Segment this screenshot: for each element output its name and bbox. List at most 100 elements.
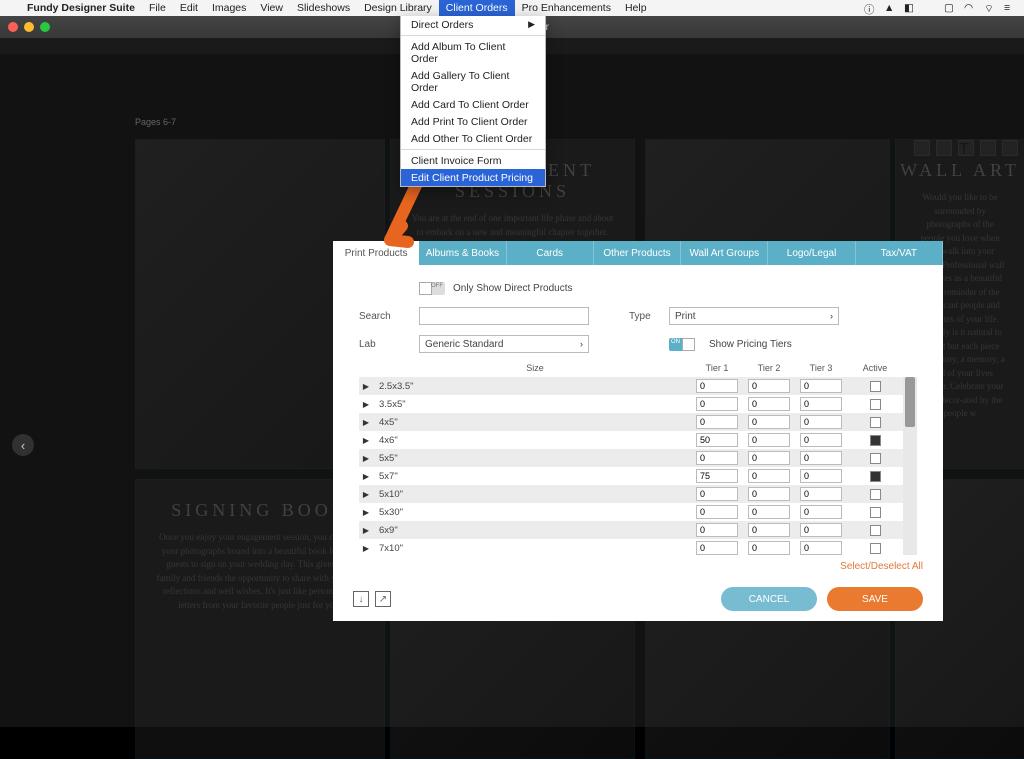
notifications-icon[interactable]: ≡: [1004, 2, 1016, 14]
dd-add-gallery[interactable]: Add Gallery To Client Order: [401, 67, 545, 96]
tier2-input[interactable]: [743, 523, 795, 537]
tab-print-products[interactable]: Print Products: [333, 241, 419, 265]
tier2-input[interactable]: [743, 415, 795, 429]
active-checkbox[interactable]: [847, 507, 903, 518]
mac-menubar[interactable]: Fundy Designer Suite File Edit Images Vi…: [0, 0, 1024, 16]
menu-design-library[interactable]: Design Library: [357, 0, 439, 16]
tier1-input[interactable]: [691, 541, 743, 555]
export-icon[interactable]: ↗: [375, 591, 391, 607]
dd-direct-orders[interactable]: Direct Orders▶: [401, 16, 545, 33]
tier2-input[interactable]: [743, 469, 795, 483]
active-checkbox[interactable]: [847, 435, 903, 446]
tier3-input[interactable]: [795, 487, 847, 501]
tier3-input[interactable]: [795, 541, 847, 555]
only-direct-toggle[interactable]: [419, 282, 445, 295]
active-checkbox[interactable]: [847, 471, 903, 482]
tier2-input[interactable]: [743, 433, 795, 447]
expand-icon[interactable]: ▶: [359, 400, 373, 409]
dd-add-album[interactable]: Add Album To Client Order: [401, 38, 545, 67]
tier3-input[interactable]: [795, 505, 847, 519]
expand-icon[interactable]: ▶: [359, 472, 373, 481]
tab-logo-legal[interactable]: Logo/Legal: [768, 241, 855, 265]
tier2-input[interactable]: [743, 487, 795, 501]
expand-icon[interactable]: ▶: [359, 436, 373, 445]
type-select[interactable]: Print›: [669, 307, 839, 325]
active-checkbox[interactable]: [847, 453, 903, 464]
expand-icon[interactable]: ▶: [359, 382, 373, 391]
show-tiers-toggle[interactable]: [669, 338, 695, 351]
tier3-input[interactable]: [795, 379, 847, 393]
dd-edit-client-product-pricing[interactable]: Edit Client Product Pricing: [401, 169, 545, 186]
active-checkbox[interactable]: [847, 399, 903, 410]
menu-pro-enhancements[interactable]: Pro Enhancements: [515, 0, 618, 16]
tier3-input[interactable]: [795, 451, 847, 465]
menu-file[interactable]: File: [142, 0, 173, 16]
import-icon[interactable]: ↓: [353, 591, 369, 607]
tier2-input[interactable]: [743, 397, 795, 411]
tier1-input[interactable]: [691, 379, 743, 393]
tier1-input[interactable]: [691, 397, 743, 411]
tier1-input[interactable]: [691, 523, 743, 537]
tier1-input[interactable]: [691, 469, 743, 483]
minimize-window-button[interactable]: [24, 22, 34, 32]
tab-albums-books[interactable]: Albums & Books: [419, 241, 506, 265]
volume-icon[interactable]: ◠: [964, 2, 976, 14]
tier1-input[interactable]: [691, 505, 743, 519]
dd-client-invoice[interactable]: Client Invoice Form: [401, 152, 545, 169]
save-button[interactable]: SAVE: [827, 587, 923, 611]
expand-icon[interactable]: ▶: [359, 508, 373, 517]
menu-client-orders[interactable]: Client Orders: [439, 0, 515, 16]
menu-view[interactable]: View: [253, 0, 290, 16]
tier1-input[interactable]: [691, 433, 743, 447]
active-checkbox[interactable]: [847, 417, 903, 428]
grid-scrollbar[interactable]: [903, 377, 917, 555]
tier3-input[interactable]: [795, 523, 847, 537]
tier1-input[interactable]: [691, 487, 743, 501]
info-icon[interactable]: ⓘ: [864, 2, 876, 14]
tier1-input[interactable]: [691, 415, 743, 429]
active-checkbox[interactable]: [847, 543, 903, 554]
menu-edit[interactable]: Edit: [173, 0, 205, 16]
menu-slideshows[interactable]: Slideshows: [290, 0, 357, 16]
tier2-input[interactable]: [743, 505, 795, 519]
warning-icon[interactable]: ▲: [884, 2, 896, 14]
tier2-input[interactable]: [743, 451, 795, 465]
lab-select[interactable]: Generic Standard›: [419, 335, 589, 353]
expand-icon[interactable]: ▶: [359, 490, 373, 499]
tier3-input[interactable]: [795, 415, 847, 429]
tier3-input[interactable]: [795, 469, 847, 483]
tab-wall-art-groups[interactable]: Wall Art Groups: [681, 241, 768, 265]
client-orders-dropdown[interactable]: Direct Orders▶ Add Album To Client Order…: [400, 16, 546, 187]
active-checkbox[interactable]: [847, 489, 903, 500]
cancel-button[interactable]: CANCEL: [721, 587, 817, 611]
window-controls[interactable]: [0, 22, 50, 32]
search-input[interactable]: [419, 307, 589, 325]
close-window-button[interactable]: [8, 22, 18, 32]
active-checkbox[interactable]: [847, 381, 903, 392]
active-checkbox[interactable]: [847, 525, 903, 536]
expand-icon[interactable]: ▶: [359, 454, 373, 463]
tab-tax-vat[interactable]: Tax/VAT: [856, 241, 943, 265]
wifi-icon[interactable]: ⌔: [984, 2, 996, 14]
menu-help[interactable]: Help: [618, 0, 654, 16]
tab-cards[interactable]: Cards: [507, 241, 594, 265]
tier1-input[interactable]: [691, 451, 743, 465]
scrollbar-thumb[interactable]: [905, 377, 915, 427]
tier2-input[interactable]: [743, 379, 795, 393]
expand-icon[interactable]: ▶: [359, 544, 373, 553]
expand-icon[interactable]: ▶: [359, 418, 373, 427]
dd-add-other[interactable]: Add Other To Client Order: [401, 130, 545, 147]
app-name[interactable]: Fundy Designer Suite: [20, 2, 142, 14]
dd-add-print[interactable]: Add Print To Client Order: [401, 113, 545, 130]
select-deselect-all-link[interactable]: Select/Deselect All: [333, 555, 943, 572]
display-icon[interactable]: ▢: [944, 2, 956, 14]
tab-other-products[interactable]: Other Products: [594, 241, 681, 265]
tier2-input[interactable]: [743, 541, 795, 555]
expand-icon[interactable]: ▶: [359, 526, 373, 535]
fullscreen-window-button[interactable]: [40, 22, 50, 32]
sync-icon[interactable]: ◧: [904, 2, 916, 14]
dd-add-card[interactable]: Add Card To Client Order: [401, 96, 545, 113]
tier3-input[interactable]: [795, 397, 847, 411]
prev-page-button[interactable]: ‹: [12, 434, 34, 456]
menu-images[interactable]: Images: [205, 0, 253, 16]
